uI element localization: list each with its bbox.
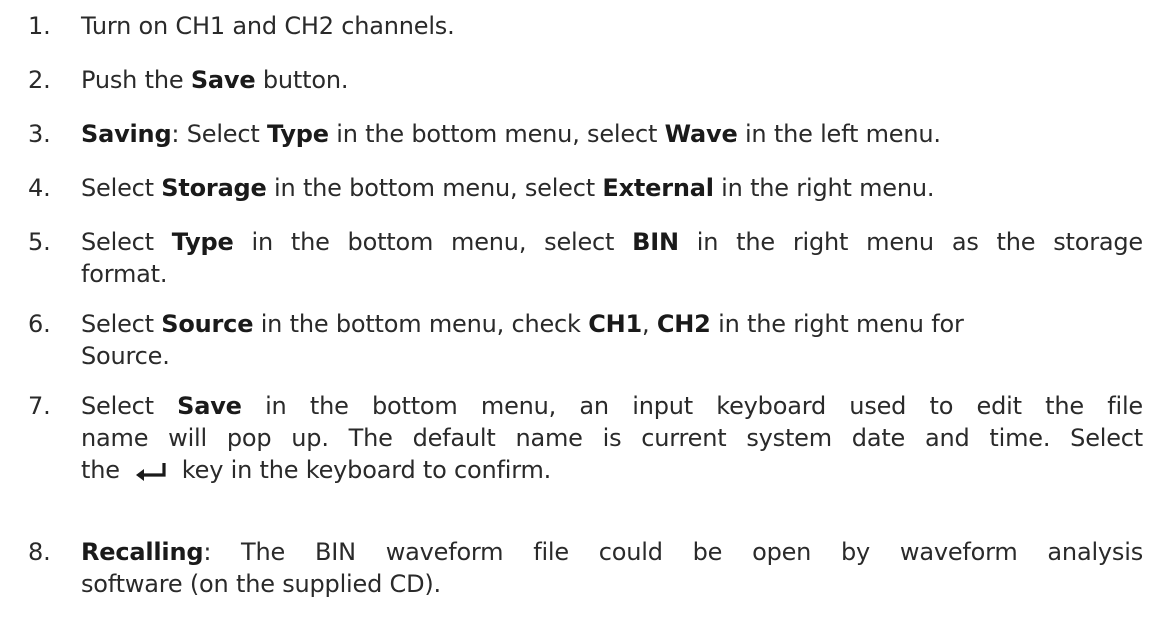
step-number: 8. xyxy=(28,538,51,566)
step-text-segment: in the right menu for xyxy=(710,310,964,338)
step-text-segment: in the right menu as the storage xyxy=(678,228,1143,256)
step-text-segment: Select xyxy=(81,392,178,420)
step-line: the key in the keyboard to confirm. xyxy=(81,454,1143,489)
step-text: Select Save in the bottom menu, an input… xyxy=(81,390,1143,489)
step-number: 5. xyxy=(28,228,51,256)
step-emphasis: Type xyxy=(267,120,329,148)
step-text: Push the Save button. xyxy=(81,64,1143,96)
enter-key-icon xyxy=(134,457,168,489)
step-line: Recalling: The BIN waveform file could b… xyxy=(81,536,1143,568)
step-text: Saving: Select Type in the bottom menu, … xyxy=(81,118,1143,150)
step-text-segment: Select xyxy=(81,228,172,256)
step-emphasis: Save xyxy=(190,66,256,94)
step-text-segment: Source. xyxy=(81,342,170,370)
step-text-segment: Select xyxy=(81,310,162,338)
step-text-segment: software (on the supplied CD). xyxy=(81,570,441,598)
step-emphasis: Recalling xyxy=(81,538,204,566)
step-number: 7. xyxy=(28,392,51,420)
step-emphasis: Save xyxy=(177,392,242,420)
step-emphasis: BIN xyxy=(632,228,679,256)
step-number: 4. xyxy=(28,174,51,202)
step-text-segment: in the bottom menu, an input keyboard us… xyxy=(241,392,1143,420)
step-text-segment: Select xyxy=(81,174,162,202)
step-text-segment: Push the xyxy=(81,66,191,94)
step-text: Select Source in the bottom menu, check … xyxy=(81,308,1143,372)
step-number: 6. xyxy=(28,310,51,338)
step-line: Select Type in the bottom menu, select B… xyxy=(81,226,1143,258)
step-number: 1. xyxy=(28,12,51,40)
step-text-segment: in the bottom menu, select xyxy=(266,174,603,202)
step-text-segment: key in the keyboard to confirm. xyxy=(181,456,552,484)
step-text: Recalling: The BIN waveform file could b… xyxy=(81,536,1143,600)
step-emphasis: Wave xyxy=(664,120,738,148)
step-text-segment: : Select xyxy=(171,120,268,148)
step-emphasis: Source xyxy=(161,310,254,338)
step-text-segment: the xyxy=(81,456,120,484)
step-text: Turn on CH1 and CH2 channels. xyxy=(81,10,1143,42)
step-text-segment: format. xyxy=(81,260,168,288)
step-number: 2. xyxy=(28,66,51,94)
step-number: 3. xyxy=(28,120,51,148)
step-line: Select Save in the bottom menu, an input… xyxy=(81,390,1143,422)
step-text: Select Type in the bottom menu, select B… xyxy=(81,226,1143,290)
step-emphasis: Storage xyxy=(161,174,267,202)
step-text-segment: in the right menu. xyxy=(713,174,935,202)
step-line: Source. xyxy=(81,340,1143,372)
step-text-segment: , xyxy=(642,310,657,338)
step-text-segment: in the bottom menu, select xyxy=(233,228,633,256)
step-text-segment: : The BIN waveform file could be open by… xyxy=(203,538,1143,566)
step-emphasis: CH2 xyxy=(656,310,711,338)
step-emphasis: CH1 xyxy=(588,310,642,338)
step-line: software (on the supplied CD). xyxy=(81,568,1143,600)
step-emphasis: Saving xyxy=(81,120,172,148)
step-text-segment: in the left menu. xyxy=(737,120,941,148)
step-text-segment: name will pop up. The default name is cu… xyxy=(81,424,1143,452)
step-emphasis: Type xyxy=(171,228,234,256)
step-text-segment: button. xyxy=(255,66,349,94)
step-text: Select Storage in the bottom menu, selec… xyxy=(81,172,1143,204)
step-text-segment: in the bottom menu, check xyxy=(253,310,589,338)
step-text-segment: Turn on CH1 and CH2 channels. xyxy=(81,12,455,40)
step-line: Select Source in the bottom menu, check … xyxy=(81,308,1143,340)
step-line: format. xyxy=(81,258,1143,290)
step-emphasis: External xyxy=(602,174,714,202)
instruction-steps: 1. Turn on CH1 and CH2 channels. 2. Push… xyxy=(0,0,1154,625)
step-text-segment: in the bottom menu, select xyxy=(328,120,665,148)
step-line: name will pop up. The default name is cu… xyxy=(81,422,1143,454)
